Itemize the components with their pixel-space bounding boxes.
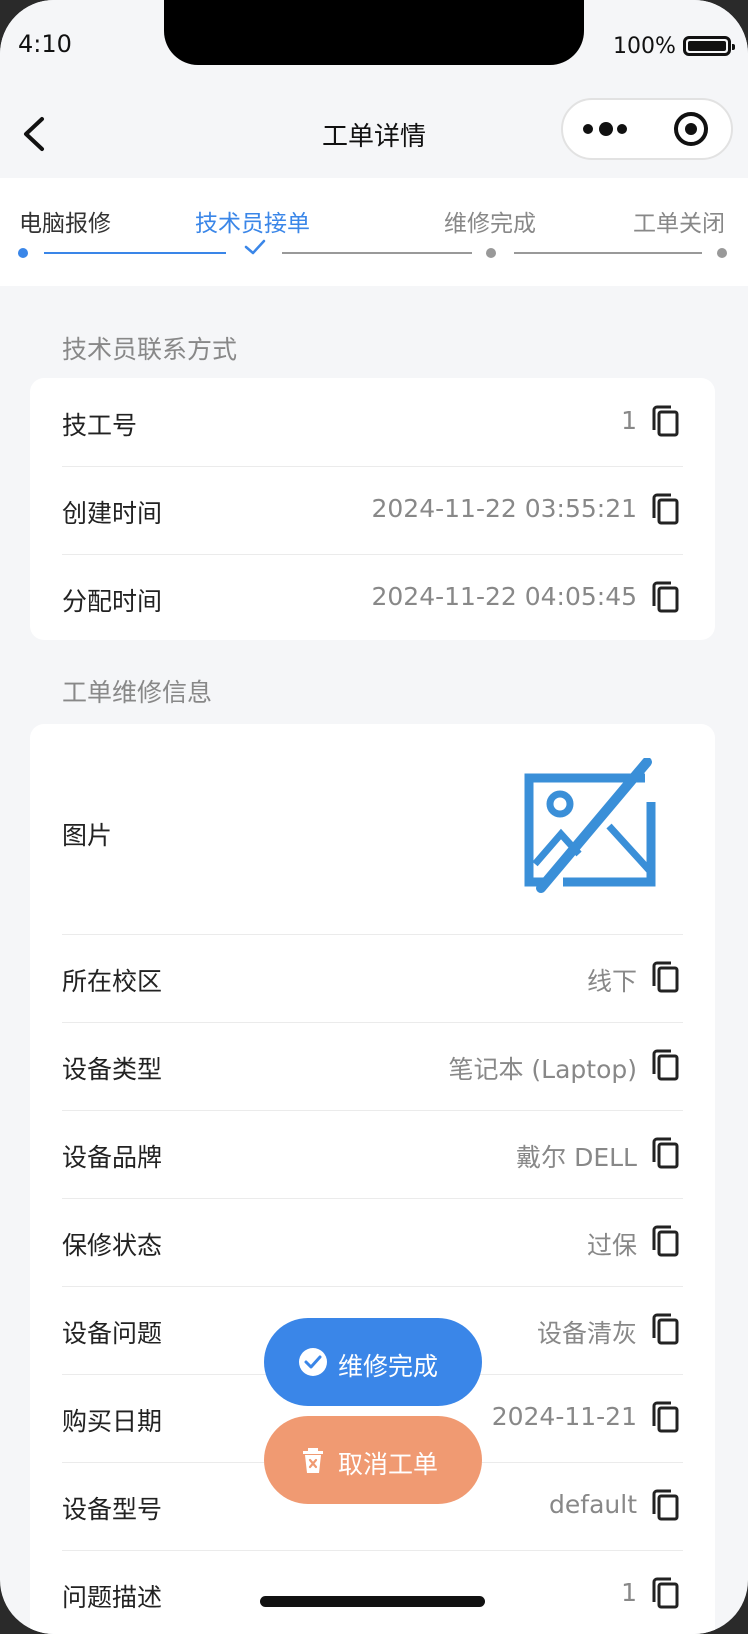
copy-icon[interactable]: [650, 960, 680, 994]
info-row: 所在校区 线下: [62, 934, 683, 1023]
progress-steps: 电脑报修 技术员接单 维修完成 工单关闭: [0, 178, 748, 286]
row-value: 2024-11-22 04:05:45: [371, 582, 637, 611]
row-value: 笔记本 (Laptop): [448, 1055, 637, 1084]
miniprogram-capsule: [561, 98, 733, 160]
section-title-technician: 技术员联系方式: [62, 335, 238, 364]
check-icon: [244, 239, 266, 255]
row-value: 过保: [586, 1231, 637, 1260]
step-closed: 工单关闭: [633, 211, 725, 237]
info-row: 问题描述 1: [62, 1550, 683, 1634]
navigation-bar: 工单详情: [0, 90, 748, 178]
row-value: 戴尔 DELL: [516, 1143, 637, 1172]
copy-icon[interactable]: [650, 492, 680, 526]
row-label: 设备类型: [62, 1055, 163, 1084]
row-value: 设备清灰: [536, 1319, 637, 1348]
step-dot-closed: [717, 248, 727, 258]
row-label: 购买日期: [62, 1407, 163, 1436]
info-row: 保修状态 过保: [62, 1198, 683, 1287]
info-row: 创建时间 2024-11-22 03:55:21: [62, 466, 683, 555]
broken-image-icon[interactable]: [523, 758, 665, 894]
step-accepted: 技术员接单: [195, 211, 310, 237]
image-row: 图片: [62, 724, 683, 935]
step-line-2: [282, 252, 472, 254]
section-title-repair: 工单维修信息: [62, 678, 213, 707]
row-label: 创建时间: [62, 499, 163, 528]
copy-icon[interactable]: [650, 404, 680, 438]
copy-icon[interactable]: [650, 580, 680, 614]
row-label: 设备问题: [62, 1319, 163, 1348]
step-report: 电脑报修: [19, 211, 111, 237]
cancel-order-button[interactable]: 取消工单: [264, 1416, 482, 1504]
status-bar: 4:10 100%: [0, 0, 748, 90]
row-label: 问题描述: [62, 1583, 163, 1612]
row-label: 设备型号: [62, 1495, 163, 1524]
copy-icon[interactable]: [650, 1400, 680, 1434]
info-row: 设备类型 笔记本 (Laptop): [62, 1022, 683, 1111]
row-label: 设备品牌: [62, 1143, 163, 1172]
step-line-1: [44, 252, 226, 254]
row-value: 2024-11-21: [491, 1402, 637, 1431]
check-circle-icon: [299, 1348, 327, 1376]
copy-icon[interactable]: [650, 1224, 680, 1258]
close-miniprogram-icon[interactable]: [674, 112, 708, 146]
more-icon[interactable]: [583, 121, 629, 137]
row-value: 2024-11-22 03:55:21: [371, 494, 637, 523]
image-label: 图片: [62, 821, 113, 850]
info-row: 技工号 1: [62, 378, 683, 467]
copy-icon[interactable]: [650, 1136, 680, 1170]
info-row: 设备品牌 戴尔 DELL: [62, 1110, 683, 1199]
step-dot-report: [18, 248, 28, 258]
camera-notch: [164, 0, 584, 65]
cancel-order-label: 取消工单: [338, 1450, 439, 1479]
row-label: 保修状态: [62, 1231, 163, 1260]
step-dot-repaired: [486, 248, 496, 258]
copy-icon[interactable]: [650, 1312, 680, 1346]
copy-icon[interactable]: [650, 1488, 680, 1522]
row-value: 1: [621, 406, 637, 435]
row-value: default: [549, 1490, 637, 1519]
complete-repair-button[interactable]: 维修完成: [264, 1318, 482, 1406]
step-line-3: [514, 252, 702, 254]
copy-icon[interactable]: [650, 1048, 680, 1082]
battery-percent: 100%: [613, 34, 676, 59]
trash-icon: [303, 1448, 323, 1473]
status-time: 4:10: [18, 30, 72, 58]
home-indicator: [260, 1596, 485, 1607]
step-repaired: 维修完成: [444, 211, 536, 237]
complete-repair-label: 维修完成: [338, 1352, 439, 1381]
info-row: 分配时间 2024-11-22 04:05:45: [62, 554, 683, 640]
row-label: 所在校区: [62, 967, 163, 996]
row-label: 分配时间: [62, 587, 163, 616]
row-value: 1: [621, 1578, 637, 1607]
row-label: 技工号: [62, 411, 138, 440]
technician-card: 技工号 1 创建时间 2024-11-22 03:55:21 分配时间 2024…: [30, 378, 715, 640]
copy-icon[interactable]: [650, 1576, 680, 1610]
row-value: 线下: [586, 967, 637, 996]
battery-icon: [683, 36, 735, 56]
phone-screen: 4:10 100% 工单详情 电脑报修 技术员接单 维修完成 工单关闭 技术员联…: [0, 0, 748, 1634]
